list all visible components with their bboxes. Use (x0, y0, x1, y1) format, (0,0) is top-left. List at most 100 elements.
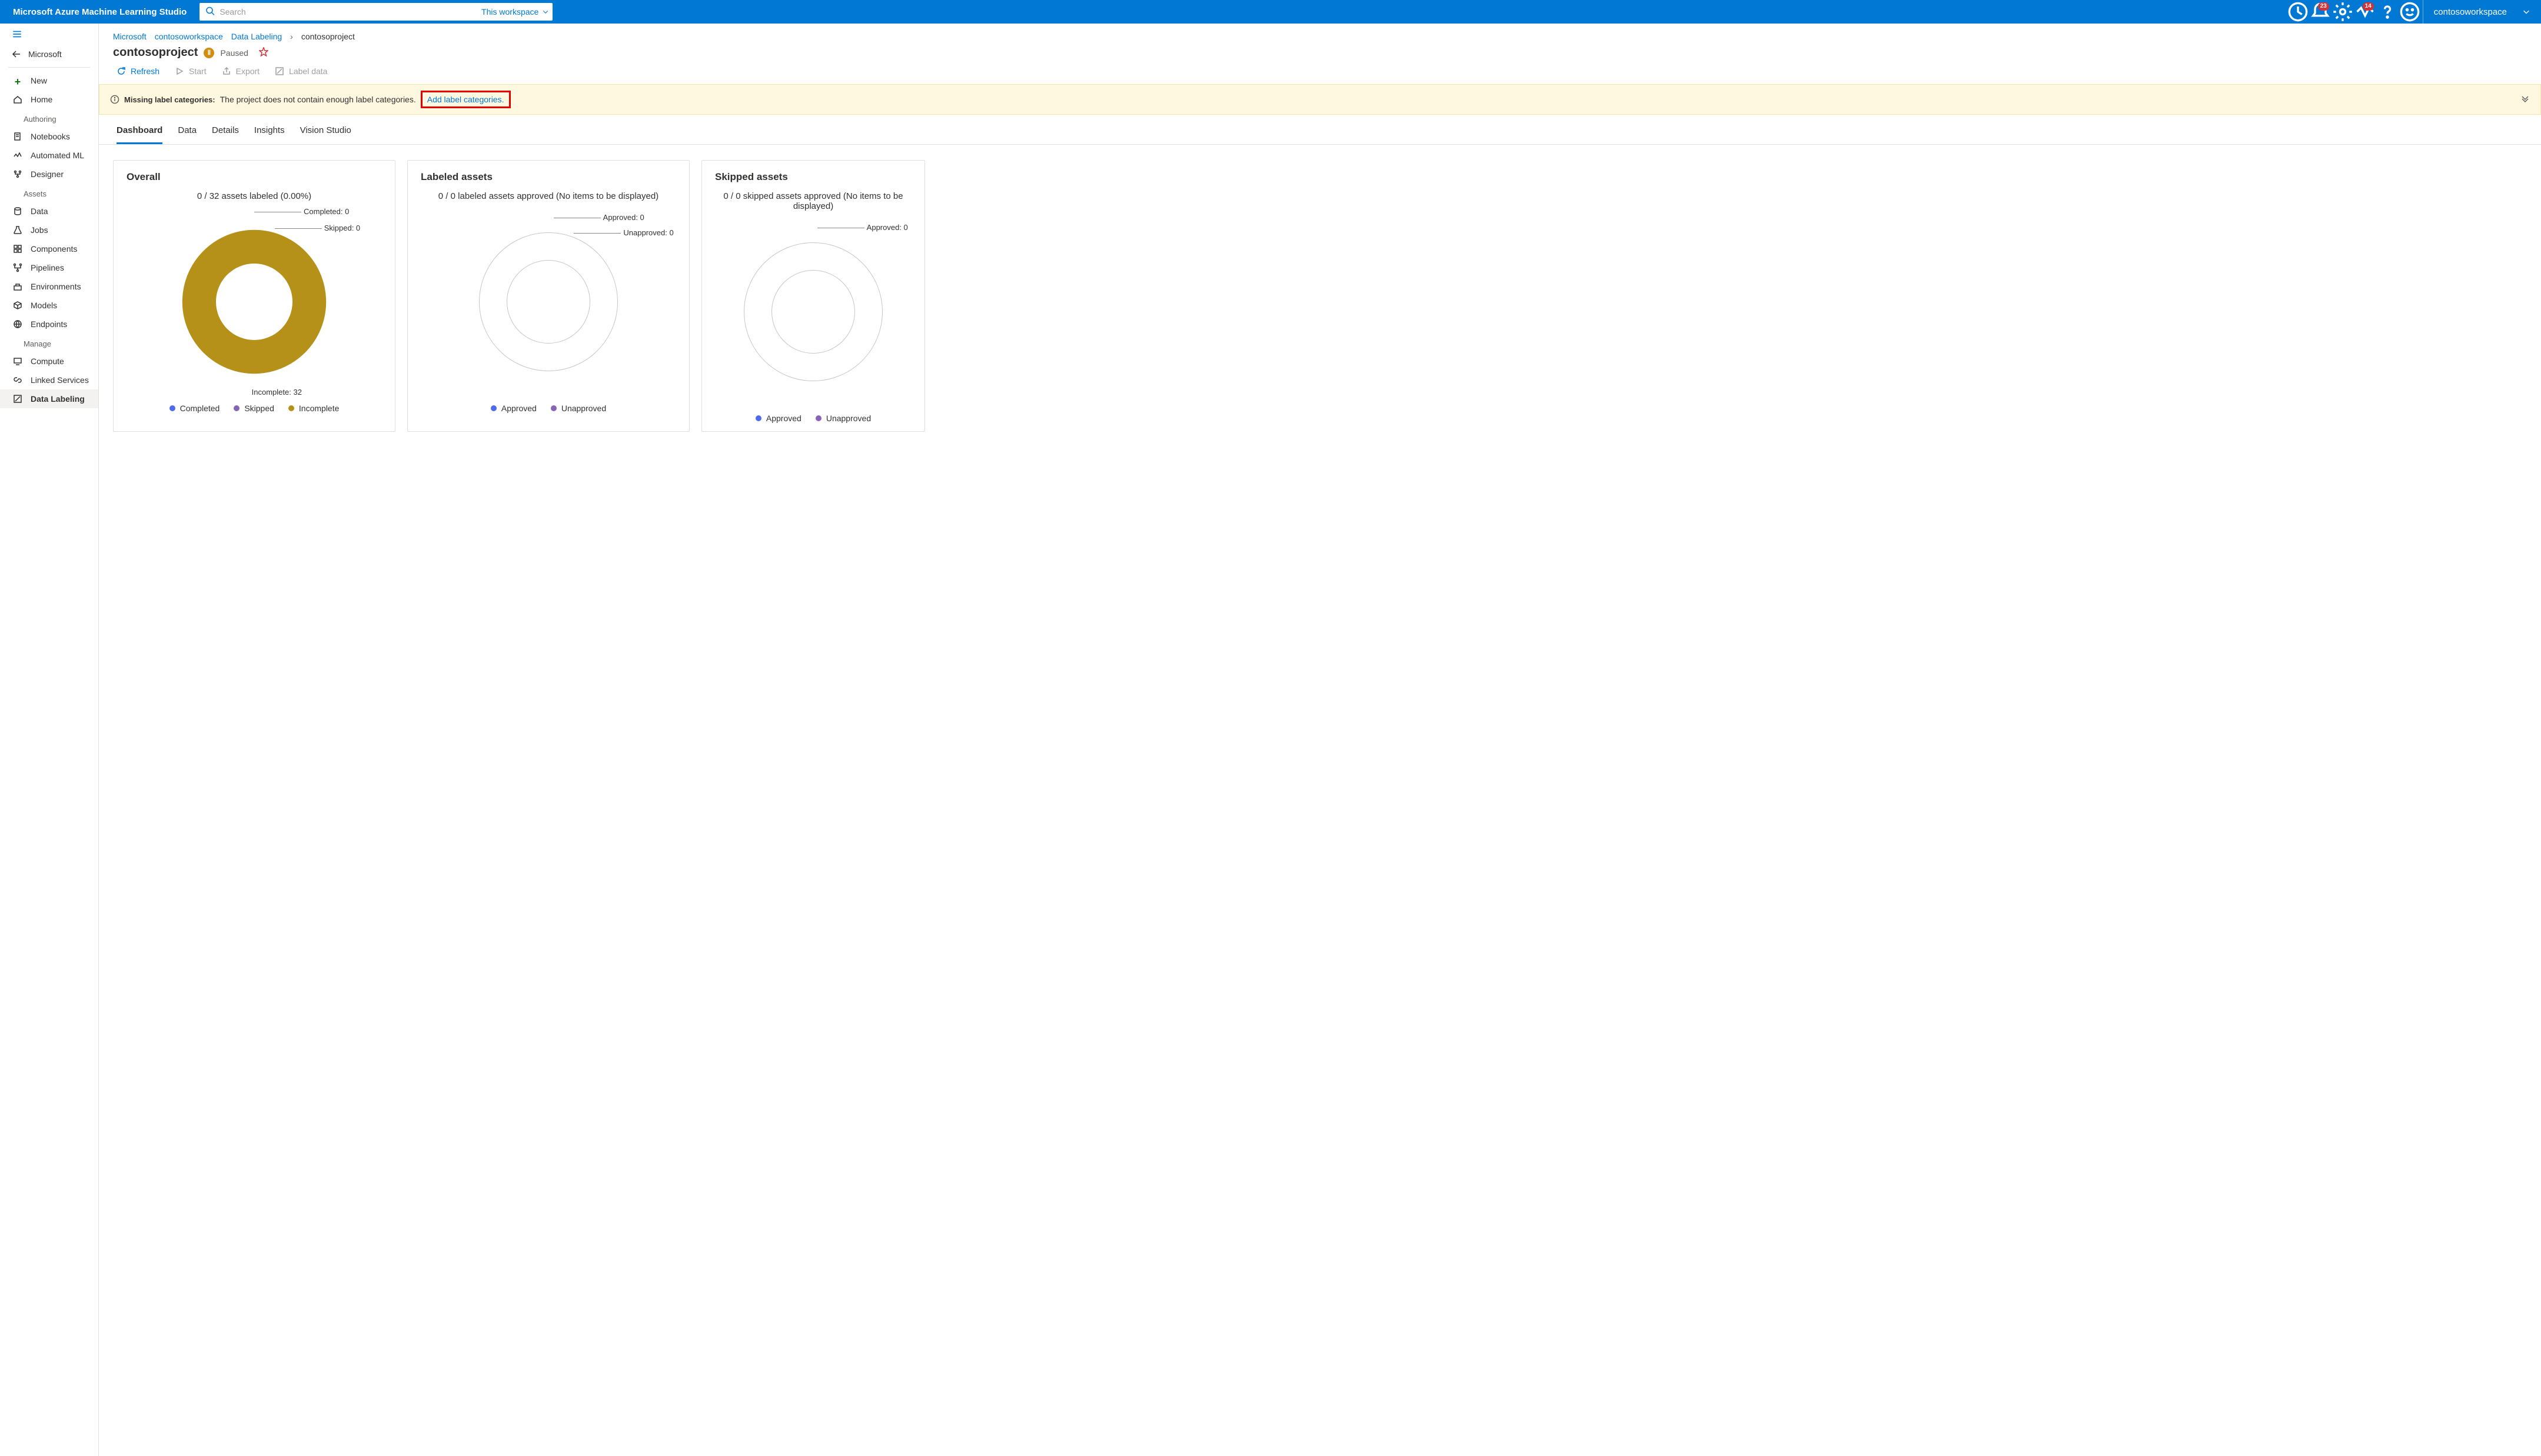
breadcrumb-workspace[interactable]: contosoworkspace (155, 32, 223, 41)
sidebar-collapse-button[interactable] (0, 24, 98, 45)
donut-empty-icon (479, 232, 618, 371)
search-scope-label: This workspace (481, 7, 538, 16)
sidebar-item-jobs[interactable]: Jobs (0, 221, 98, 239)
feedback-icon[interactable] (2399, 0, 2420, 24)
sidebar-item-linked-services[interactable]: Linked Services (0, 371, 98, 389)
sidebar-item-data-labeling[interactable]: Data Labeling (0, 389, 98, 408)
overall-donut-chart: Completed: 0 Skipped: 0 Incomplete: 32 (127, 205, 382, 399)
recent-icon[interactable] (2287, 0, 2309, 24)
donut-empty-icon (744, 242, 883, 381)
refresh-icon (117, 66, 126, 76)
page-title-bar: contosoproject Ⅱ Paused (99, 44, 2541, 61)
diagnostics-badge: 14 (2363, 2, 2374, 11)
workspace-switcher[interactable]: contosoworkspace (2423, 0, 2541, 24)
sidebar-section-manage: Manage (0, 334, 98, 352)
legend-item: Approved (756, 414, 801, 423)
tab-insights[interactable]: Insights (254, 125, 285, 144)
sidebar-item-label: Automated ML (31, 151, 84, 160)
action-label: Label data (289, 66, 327, 76)
sidebar-item-endpoints[interactable]: Endpoints (0, 315, 98, 334)
export-button[interactable]: Export (222, 66, 260, 76)
add-label-categories-link[interactable]: Add label categories. (427, 95, 504, 104)
card-subtitle: 0 / 0 skipped assets approved (No items … (715, 191, 912, 211)
top-bar: Microsoft Azure Machine Learning Studio … (0, 0, 2541, 24)
tab-details[interactable]: Details (212, 125, 239, 144)
legend-labeled: Approved Unapproved (421, 399, 676, 413)
legend-item: Unapproved (551, 404, 606, 413)
sidebar-item-label: Designer (31, 169, 64, 179)
action-bar: Refresh Start Export Label data (99, 61, 2541, 84)
callout-approved: Approved: 0 (554, 213, 644, 222)
chevron-down-icon (542, 8, 549, 15)
callout-completed: Completed: 0 (254, 207, 349, 216)
sidebar-item-label: Jobs (31, 225, 48, 235)
sidebar-back-directory[interactable]: Microsoft (0, 45, 98, 64)
product-brand: Microsoft Azure Machine Learning Studio (0, 7, 199, 17)
label-icon (275, 66, 284, 76)
sidebar-item-new[interactable]: + New (0, 71, 98, 90)
home-icon (13, 95, 22, 104)
export-icon (222, 66, 231, 76)
legend-item: Approved (491, 404, 537, 413)
compute-icon (13, 356, 22, 366)
start-button[interactable]: Start (175, 66, 207, 76)
sidebar-item-data[interactable]: Data (0, 202, 98, 221)
sidebar-item-automated-ml[interactable]: Automated ML (0, 146, 98, 165)
sidebar-item-label: Components (31, 244, 77, 254)
card-overall: Overall 0 / 32 assets labeled (0.00%) Co… (113, 160, 395, 432)
sidebar-item-label: New (31, 76, 47, 85)
diagnostics-icon[interactable]: 14 (2354, 0, 2376, 24)
sidebar-item-label: Pipelines (31, 263, 64, 272)
sidebar-item-label: Endpoints (31, 319, 67, 329)
sidebar-item-label: Linked Services (31, 375, 89, 385)
tab-bar: Dashboard Data Details Insights Vision S… (99, 115, 2541, 145)
double-chevron-down-icon (2520, 94, 2530, 104)
search-scope-dropdown[interactable]: This workspace (481, 7, 549, 16)
breadcrumb-area[interactable]: Data Labeling (231, 32, 282, 41)
donut-overall-icon (178, 225, 331, 378)
legend-skipped: Approved Unapproved (715, 409, 912, 423)
card-labeled-assets: Labeled assets 0 / 0 labeled assets appr… (407, 160, 690, 432)
sidebar-item-notebooks[interactable]: Notebooks (0, 127, 98, 146)
breadcrumb: Microsoft contosoworkspace Data Labeling… (99, 24, 2541, 44)
play-icon (175, 66, 184, 76)
breadcrumb-separator-icon: › (290, 32, 293, 41)
breadcrumb-root[interactable]: Microsoft (113, 32, 147, 41)
components-icon (13, 244, 22, 254)
refresh-button[interactable]: Refresh (117, 66, 159, 76)
alert-collapse-button[interactable] (2520, 94, 2530, 105)
sidebar-item-pipelines[interactable]: Pipelines (0, 258, 98, 277)
tab-vision-studio[interactable]: Vision Studio (300, 125, 351, 144)
page-title: contosoproject (113, 46, 198, 59)
tab-data[interactable]: Data (178, 125, 197, 144)
help-icon[interactable] (2377, 0, 2398, 24)
tab-dashboard[interactable]: Dashboard (117, 125, 162, 144)
sidebar-item-components[interactable]: Components (0, 239, 98, 258)
card-title: Overall (127, 171, 382, 183)
alert-label: Missing label categories: (124, 95, 215, 104)
settings-icon[interactable] (2332, 0, 2353, 24)
labeled-donut-chart: Approved: 0 Unapproved: 0 (421, 205, 676, 399)
favorite-button[interactable] (259, 47, 268, 58)
environments-icon (13, 282, 22, 291)
action-label: Export (236, 66, 260, 76)
legend-item: Incomplete (288, 404, 339, 413)
sidebar-section-authoring: Authoring (0, 109, 98, 127)
workspace-name: contosoworkspace (2434, 7, 2507, 17)
notifications-badge: 23 (2318, 2, 2329, 11)
chevron-down-icon (2522, 8, 2530, 16)
sidebar-item-designer[interactable]: Designer (0, 165, 98, 184)
automl-icon (13, 151, 22, 160)
label-data-button[interactable]: Label data (275, 66, 327, 76)
sidebar-item-compute[interactable]: Compute (0, 352, 98, 371)
sidebar-item-models[interactable]: Models (0, 296, 98, 315)
hamburger-icon (12, 29, 22, 39)
notifications-icon[interactable]: 23 (2310, 0, 2331, 24)
card-subtitle: 0 / 32 assets labeled (0.00%) (127, 191, 382, 201)
sidebar-item-environments[interactable]: Environments (0, 277, 98, 296)
search-icon (205, 6, 215, 18)
sidebar-item-home[interactable]: Home (0, 90, 98, 109)
card-title: Skipped assets (715, 171, 912, 183)
card-title: Labeled assets (421, 171, 676, 183)
breadcrumb-current: contosoproject (301, 32, 355, 41)
